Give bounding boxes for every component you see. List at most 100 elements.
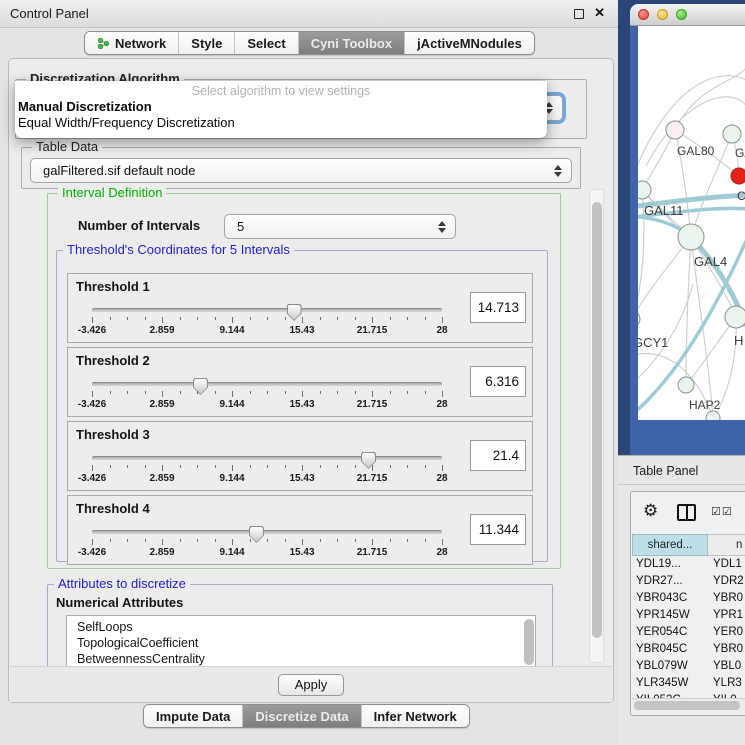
tick-mark xyxy=(355,391,356,394)
threshold-1-slider[interactable]: -3.4262.8599.14415.4321.71528 xyxy=(92,304,442,338)
numerical-attributes-list[interactable]: SelfLoops TopologicalCoefficient Between… xyxy=(66,615,536,667)
checkbox-icons[interactable]: ☑☑ xyxy=(711,505,733,518)
cyni-toolbox-content: Discretization Algorithm Select algorith… xyxy=(8,58,614,703)
gear-icon[interactable]: ⚙ xyxy=(643,501,658,521)
apply-button[interactable]: Apply xyxy=(278,674,344,696)
tick-label: 9.144 xyxy=(219,473,244,484)
tick-mark xyxy=(337,391,338,394)
tab-cyni-toolbox[interactable]: Cyni Toolbox xyxy=(299,32,405,54)
number-of-intervals-label: Number of Intervals xyxy=(78,218,200,233)
column-header-name[interactable]: n xyxy=(708,534,745,556)
tick-mark xyxy=(372,317,373,323)
node-label-hap2: HAP2 xyxy=(689,398,721,412)
node-h[interactable] xyxy=(725,306,745,328)
tick-label: -3.426 xyxy=(78,325,106,336)
node-hap2[interactable] xyxy=(678,377,694,393)
network-view-window[interactable]: GAL80 GA C GAL11 GAL4 GCY1 H HAP2 xyxy=(630,4,745,455)
tab-impute-data[interactable]: Impute Data xyxy=(144,705,243,727)
tick-label: -3.426 xyxy=(78,399,106,410)
list-item[interactable]: BetweennessCentrality xyxy=(67,651,535,667)
combo-spinner-icon xyxy=(554,165,562,177)
tick-mark xyxy=(197,465,198,468)
list-item[interactable]: TopologicalCoefficient xyxy=(67,635,535,651)
zoom-traffic-light-icon[interactable] xyxy=(676,9,687,20)
network-window-titlebar[interactable] xyxy=(630,4,745,26)
tick-mark xyxy=(425,391,426,394)
tick-mark xyxy=(110,317,111,320)
slider-track xyxy=(92,456,442,460)
node-gal80[interactable] xyxy=(666,121,684,139)
tick-mark xyxy=(215,539,216,542)
slider-ticklabels: -3.4262.8599.14415.4321.71528 xyxy=(92,473,442,485)
tab-style[interactable]: Style xyxy=(179,32,235,54)
tab-discretize-data[interactable]: Discretize Data xyxy=(243,705,361,727)
slider-track xyxy=(92,530,442,534)
list-scrollbar[interactable] xyxy=(524,619,534,665)
table-row[interactable]: YDR27...YDR2 xyxy=(631,575,745,592)
node-gal11[interactable] xyxy=(638,181,651,199)
tick-mark xyxy=(197,317,198,320)
popup-option-manual[interactable]: Manual Discretization xyxy=(15,98,547,114)
list-item[interactable]: SelfLoops xyxy=(67,616,535,635)
tick-mark xyxy=(425,317,426,320)
tick-mark xyxy=(215,391,216,394)
column-header-shared[interactable]: shared... xyxy=(632,534,708,556)
interval-definition-title: Interval Definition xyxy=(58,185,166,200)
node-gal4[interactable] xyxy=(678,224,704,250)
tab-jactivemnodules[interactable]: jActiveMNodules xyxy=(405,32,534,54)
horizontal-scrollbar-thumb[interactable] xyxy=(634,701,740,710)
tick-mark xyxy=(372,539,373,545)
horizontal-scrollbar[interactable] xyxy=(632,698,745,711)
column-layout-icon[interactable] xyxy=(677,504,696,521)
threshold-2-value[interactable]: 6.316 xyxy=(470,366,526,397)
node-top-right[interactable] xyxy=(723,125,741,143)
content-scrollbar[interactable] xyxy=(589,189,604,663)
table-row[interactable]: YDL19...YDL1 xyxy=(631,558,745,575)
content-scrollbar-thumb[interactable] xyxy=(592,202,602,638)
tick-label: 15.43 xyxy=(289,547,314,558)
tick-mark xyxy=(425,539,426,542)
threshold-1-value[interactable]: 14.713 xyxy=(470,292,526,323)
table-rows: YDL19...YDL1 YDR27...YDR2 YBR043CYBR0 YP… xyxy=(631,558,745,711)
tick-mark xyxy=(337,317,338,320)
tick-mark xyxy=(145,391,146,394)
tick-label: -3.426 xyxy=(78,547,106,558)
number-of-intervals-combobox[interactable]: 5 xyxy=(224,214,456,239)
tab-network[interactable]: Network xyxy=(85,32,179,54)
node-label-gal11: GAL11 xyxy=(644,203,684,218)
threshold-2-slider[interactable]: -3.4262.8599.14415.4321.71528 xyxy=(92,378,442,412)
table-row[interactable]: YBR043CYBR0 xyxy=(631,592,745,609)
node-bottom[interactable] xyxy=(706,411,720,420)
node-gcy1[interactable] xyxy=(638,311,640,327)
threshold-4-value[interactable]: 11.344 xyxy=(470,514,526,545)
threshold-4-slider[interactable]: -3.4262.8599.14415.4321.71528 xyxy=(92,526,442,560)
table-row[interactable]: YBR045CYBR0 xyxy=(631,643,745,660)
tick-label: 9.144 xyxy=(219,399,244,410)
algorithm-dropdown-popup: Select algorithm to view settings Manual… xyxy=(15,81,547,138)
tick-mark xyxy=(302,465,303,471)
table-row[interactable]: YBL079WYBL0 xyxy=(631,660,745,677)
close-icon[interactable]: ✕ xyxy=(594,5,605,21)
table-row[interactable]: YLR345WYLR3 xyxy=(631,677,745,694)
table-row[interactable]: YPR145WYPR1 xyxy=(631,609,745,626)
tick-mark xyxy=(285,391,286,394)
table-data-combobox[interactable]: galFiltered.sif default node xyxy=(30,158,572,183)
close-traffic-light-icon[interactable] xyxy=(638,9,649,20)
tick-mark xyxy=(180,465,181,468)
thresholds-group-title: Threshold's Coordinates for 5 Intervals xyxy=(63,242,294,257)
minimize-traffic-light-icon[interactable] xyxy=(657,9,668,20)
float-window-icon[interactable] xyxy=(574,9,584,19)
tick-mark xyxy=(162,391,163,397)
node-red[interactable] xyxy=(731,168,745,184)
tick-mark xyxy=(92,539,93,545)
table-row[interactable]: YER054CYER0 xyxy=(631,626,745,643)
slider-ticklabels: -3.4262.8599.14415.4321.71528 xyxy=(92,547,442,559)
popup-option-equal-width[interactable]: Equal Width/Frequency Discretization xyxy=(15,114,547,130)
tab-select[interactable]: Select xyxy=(235,32,298,54)
tab-infer-network[interactable]: Infer Network xyxy=(362,705,469,727)
network-canvas[interactable]: GAL80 GA C GAL11 GAL4 GCY1 H HAP2 xyxy=(638,26,745,420)
threshold-3-slider[interactable]: -3.4262.8599.14415.4321.71528 xyxy=(92,452,442,486)
slider-ticks xyxy=(92,465,442,471)
threshold-3-value[interactable]: 21.4 xyxy=(470,440,526,471)
tick-label: -3.426 xyxy=(78,473,106,484)
